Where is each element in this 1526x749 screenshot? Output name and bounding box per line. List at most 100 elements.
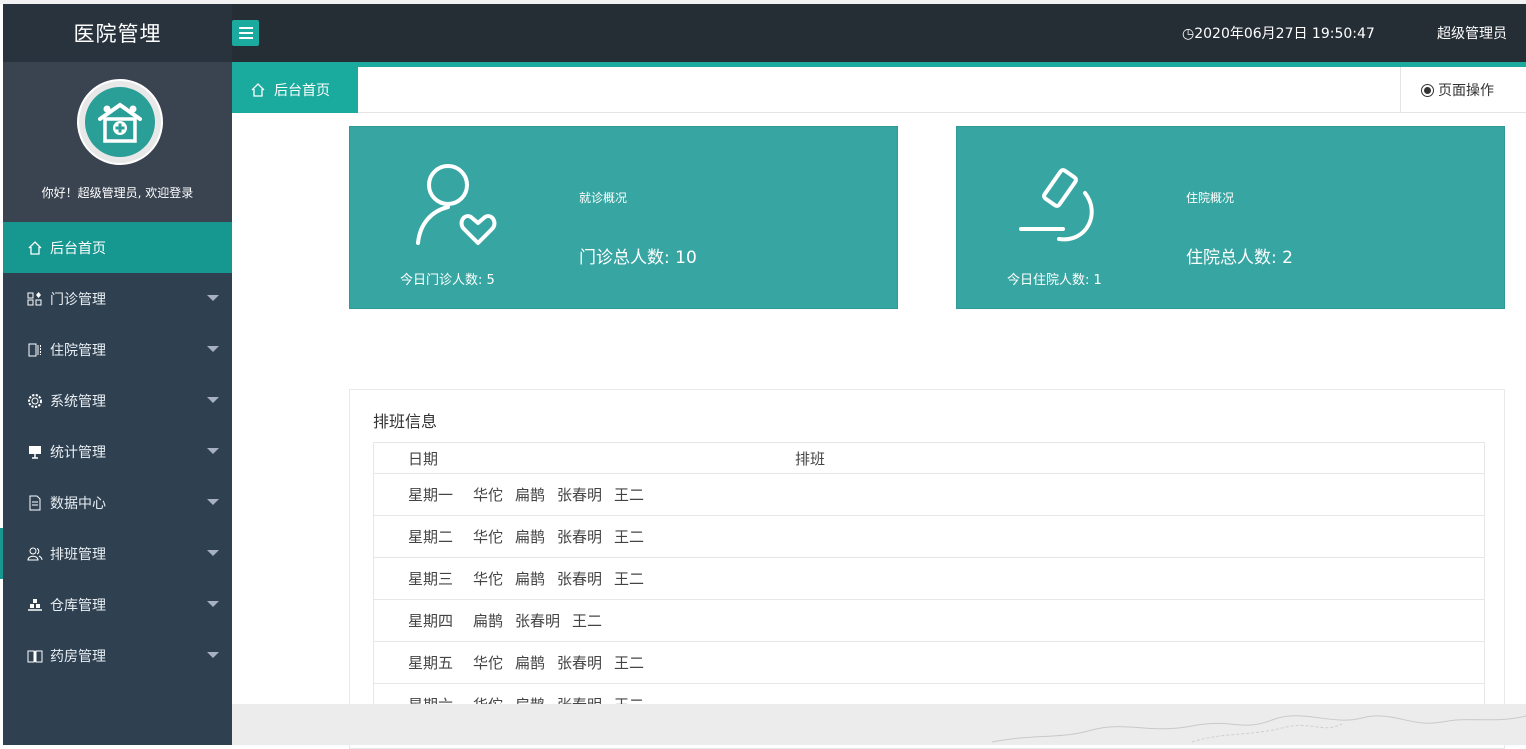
inpatient-card-title: 住院概况 — [1186, 191, 1235, 205]
chevron-down-icon — [207, 346, 219, 352]
chevron-down-icon — [207, 652, 219, 658]
table-row: 星期六 华佗 扁鹊 张春明 王二 — [373, 683, 1485, 706]
schedule-day-cell: 星期二 — [373, 515, 473, 558]
tab-label: 后台首页 — [274, 83, 330, 99]
schedule-day-cell: 星期一 — [373, 473, 473, 516]
schedule-doctors-cell: 华佗 扁鹊 张春明 王二 — [473, 641, 1485, 684]
sidebar-item-system[interactable]: 系统管理 — [3, 375, 232, 426]
sidebar-item-label: 门诊管理 — [50, 291, 106, 308]
welcome-text: 你好！超级管理员, 欢迎登录 — [41, 186, 194, 200]
brand-title: 医院管埋 — [3, 4, 232, 62]
sidebar-item-outpatient[interactable]: 门诊管理 — [3, 273, 232, 324]
table-row: 星期一 华佗 扁鹊 张春明 王二 — [373, 473, 1485, 516]
schedule-doctors-cell: 华佗 扁鹊 张春明 王二 — [473, 515, 1485, 558]
inpatient-total: 住院总人数: 2 — [1186, 248, 1293, 268]
schedule-panel: 排班信息 日期 排班 星期一 华佗 扁鹊 张春明 王二 星期二 华佗 扁鹊 张春明 王二 星期三 华佗… — [349, 389, 1505, 749]
sidebar-item-home[interactable]: 后台首页 — [3, 222, 232, 273]
user-name: 超级管理员 — [1437, 26, 1507, 42]
menu-toggle-button[interactable] — [232, 20, 259, 46]
doctor-name: 张春明 — [515, 612, 561, 630]
sidebar-item-label: 药房管理 — [50, 648, 106, 665]
users-icon — [26, 545, 44, 563]
sidebar-item-label: 住院管理 — [50, 342, 106, 359]
chevron-down-icon — [207, 550, 219, 556]
document-icon — [26, 494, 44, 512]
outpatient-icon — [26, 290, 44, 308]
doctor-name: 张春明 — [557, 570, 603, 588]
schedule-day-cell: 星期三 — [373, 557, 473, 600]
sidebar-item-label: 系统管理 — [50, 393, 106, 410]
column-header-day: 日期 — [373, 442, 473, 474]
doctor-name: 王二 — [572, 612, 603, 630]
column-header-shift: 排班 — [473, 442, 1485, 474]
doctor-name: 张春明 — [557, 486, 603, 504]
top-navbar: ◷2020年06月27日 19:50:47 超级管理员 — [232, 4, 1526, 62]
doctor-name: 王二 — [614, 570, 645, 588]
outpatient-card: 今日门诊人数: 5 就诊概况 门诊总人数: 10 — [349, 126, 898, 309]
chevron-down-icon — [207, 295, 219, 301]
home-icon — [26, 239, 44, 257]
sidebar-item-statistics[interactable]: 统计管理 — [3, 426, 232, 477]
sidebar-item-label: 统计管理 — [50, 444, 106, 461]
table-row: 星期三 华佗 扁鹊 张春明 王二 — [373, 557, 1485, 600]
table-header-row: 日期 排班 — [373, 442, 1485, 474]
doctor-name: 华佗 — [473, 654, 504, 672]
doctor-name: 王二 — [614, 486, 645, 504]
schedule-doctors-cell: 扁鹊 张春明 王二 — [473, 599, 1485, 642]
book-icon — [26, 647, 44, 665]
sidebar-item-label: 数据中心 — [50, 495, 106, 512]
patient-heart-icon — [416, 164, 497, 245]
gear-icon — [26, 392, 44, 410]
microscope-icon — [1019, 168, 1094, 242]
doctor-name: 华佗 — [473, 486, 504, 504]
schedule-day-cell: 星期五 — [373, 641, 473, 684]
hospital-logo-avatar — [77, 79, 163, 165]
home-icon — [251, 83, 265, 97]
schedule-doctors-cell: 华佗 扁鹊 张春明 王二 — [473, 683, 1485, 706]
decorative-map-outline — [991, 715, 1526, 743]
doctor-name: 王二 — [614, 528, 645, 546]
hospital-icon — [98, 102, 142, 143]
table-row: 星期二 华佗 扁鹊 张春明 王二 — [373, 515, 1485, 558]
doctor-name: 张春明 — [557, 528, 603, 546]
table-row: 星期五 华佗 扁鹊 张春明 王二 — [373, 641, 1485, 684]
doctor-name: 华佗 — [473, 528, 504, 546]
chart-board-icon — [26, 443, 44, 461]
schedule-day-cell: 星期六 — [373, 683, 473, 706]
table-row: 星期四 扁鹊 张春明 王二 — [373, 599, 1485, 642]
clock-icon: ◷ — [1182, 26, 1195, 42]
tab-home[interactable]: 后台首页 — [232, 67, 358, 113]
schedule-table: 日期 排班 星期一 华佗 扁鹊 张春明 王二 星期二 华佗 扁鹊 张春明 王二 星期三 华佗 扁鹊 张春明… — [373, 442, 1485, 706]
sidebar-item-warehouse[interactable]: 仓库管理 — [3, 579, 232, 630]
inpatient-icon — [26, 341, 44, 359]
profile-panel: 你好！超级管理员, 欢迎登录 — [3, 62, 232, 222]
today-inpatient-count: 今日住院人数: 1 — [1007, 273, 1102, 288]
doctor-name: 扁鹊 — [515, 486, 546, 504]
schedule-doctors-cell: 华佗 扁鹊 张春明 王二 — [473, 557, 1485, 600]
sidebar-item-label: 后台首页 — [50, 240, 106, 257]
today-outpatient-count: 今日门诊人数: 5 — [400, 273, 495, 288]
sidebar-item-data-center[interactable]: 数据中心 — [3, 477, 232, 528]
chevron-down-icon — [207, 448, 219, 454]
schedule-day-cell: 星期四 — [373, 599, 473, 642]
outpatient-card-title: 就诊概况 — [579, 191, 628, 205]
current-datetime: ◷2020年06月27日 19:50:47 — [1182, 23, 1375, 43]
sidebar-item-pharmacy[interactable]: 药房管理 — [3, 630, 232, 681]
page-tabs-bar: 后台首页 页面操作 — [232, 67, 1526, 113]
doctor-name: 华佗 — [473, 570, 504, 588]
warehouse-icon — [26, 596, 44, 614]
doctor-name: 扁鹊 — [515, 570, 546, 588]
user-menu[interactable]: 超级管理员 — [1437, 23, 1507, 43]
inpatient-card: 今日住院人数: 1 住院概况 住院总人数: 2 — [956, 126, 1505, 309]
schedule-doctors-cell: 华佗 扁鹊 张春明 王二 — [473, 473, 1485, 516]
datetime-text: 2020年06月27日 19:50:47 — [1194, 26, 1375, 42]
sidebar-item-schedule[interactable]: 排班管理 — [0, 528, 232, 579]
page-operations-label: 页面操作 — [1438, 83, 1494, 99]
doctor-name: 扁鹊 — [515, 654, 546, 672]
chevron-down-icon — [207, 601, 219, 607]
sidebar-item-label: 排班管理 — [50, 546, 106, 563]
page-operations-button[interactable]: 页面操作 — [1400, 67, 1526, 113]
outpatient-total: 门诊总人数: 10 — [579, 248, 697, 268]
sidebar-item-inpatient[interactable]: 住院管理 — [3, 324, 232, 375]
sidebar-item-label: 仓库管理 — [50, 597, 106, 614]
